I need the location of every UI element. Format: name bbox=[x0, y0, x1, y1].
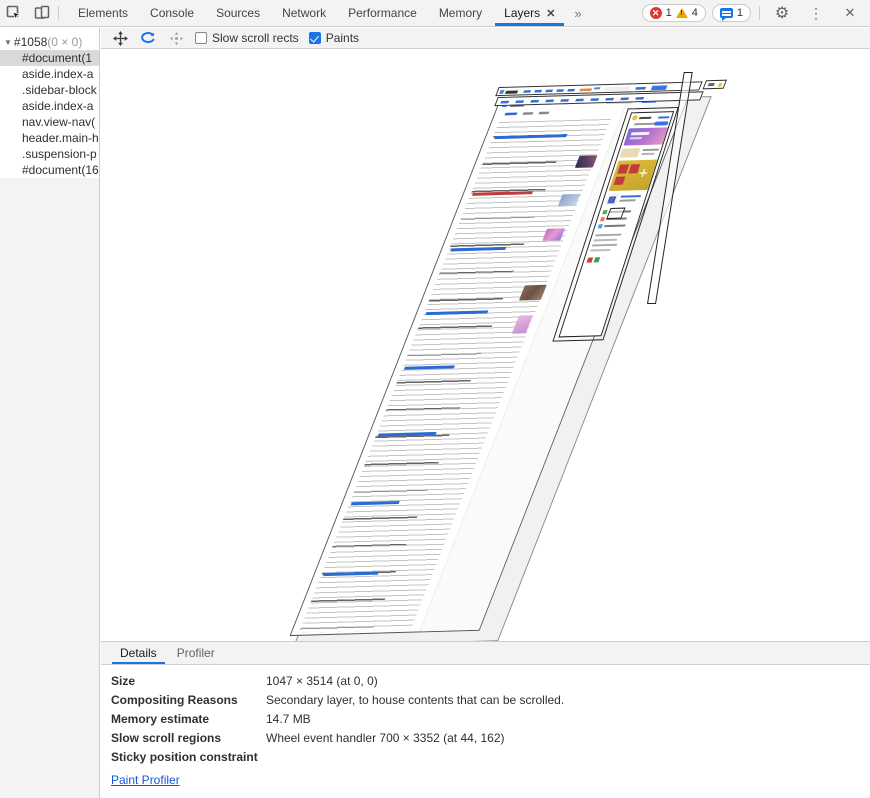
issues-badge[interactable]: 1 bbox=[711, 4, 751, 22]
text-line bbox=[641, 152, 655, 156]
login-avatar-dot bbox=[631, 115, 639, 121]
login-text-line bbox=[638, 116, 652, 120]
topbar-right-controls: ✕ 1 4 1 ⚙ ⋮ ✕ bbox=[641, 0, 870, 26]
expand-arrow-icon[interactable]: ▼ bbox=[4, 38, 12, 47]
tree-item-nav-view-nav[interactable]: nav.view-nav( bbox=[0, 114, 99, 130]
tab-layers[interactable]: Layers ✕ bbox=[493, 0, 566, 26]
error-count: 1 bbox=[665, 7, 672, 19]
tab-sources[interactable]: Sources bbox=[205, 0, 271, 26]
checkbox-checked bbox=[308, 32, 321, 44]
text-line bbox=[603, 224, 626, 228]
tree-root-1058[interactable]: ▼ #1058(0 × 0) bbox=[0, 34, 99, 50]
tree-item-suspension[interactable]: .suspension-p bbox=[0, 146, 99, 162]
tree-item-aside-index-2[interactable]: aside.index-a bbox=[0, 98, 99, 114]
tree-item-aside-index[interactable]: aside.index-a bbox=[0, 66, 99, 82]
text-line bbox=[591, 243, 618, 247]
table-row: Memory estimate 14.7 MB bbox=[111, 712, 311, 726]
paints-checkbox[interactable]: Paints bbox=[308, 31, 359, 45]
tab-memory[interactable]: Memory bbox=[428, 0, 493, 26]
text-line bbox=[590, 248, 611, 252]
error-icon: ✕ bbox=[649, 7, 662, 19]
tree-item-document[interactable]: #document(1 bbox=[0, 50, 99, 66]
reset-view-icon[interactable] bbox=[167, 30, 185, 46]
divider bbox=[58, 6, 59, 20]
divider bbox=[759, 6, 760, 20]
inspect-element-icon[interactable] bbox=[0, 0, 28, 26]
errors-warnings-badge[interactable]: ✕ 1 4 bbox=[641, 4, 706, 22]
close-devtools-icon[interactable]: ✕ bbox=[836, 5, 864, 21]
issues-icon bbox=[719, 8, 733, 21]
sidebar-button bbox=[653, 120, 670, 126]
slow-scroll-rects-checkbox[interactable]: Slow scroll rects bbox=[195, 31, 299, 45]
tree-item-header-main[interactable]: header.main-h bbox=[0, 130, 99, 146]
text-line bbox=[593, 238, 618, 242]
details-pane: Details Profiler Size 1047 × 3514 (at 0,… bbox=[101, 641, 870, 798]
settings-gear-icon[interactable]: ⚙ bbox=[768, 3, 796, 23]
devtools-tab-bar: Elements Console Sources Network Perform… bbox=[0, 0, 870, 27]
table-row: Sticky position constraint bbox=[111, 750, 258, 764]
beige-card bbox=[619, 148, 641, 158]
device-toolbar-icon[interactable] bbox=[28, 0, 56, 26]
layers-3d-canvas[interactable] bbox=[101, 50, 870, 641]
table-row: Compositing Reasons Secondary layer, to … bbox=[111, 693, 565, 707]
warning-count: 4 bbox=[691, 7, 698, 19]
pan-mode-icon[interactable] bbox=[111, 30, 129, 46]
table-row: Slow scroll regions Wheel event handler … bbox=[111, 731, 505, 745]
page-tabs-texture bbox=[504, 111, 566, 116]
avatar-dot bbox=[716, 82, 724, 87]
layers-toolbar: Slow scroll rects Paints bbox=[101, 28, 870, 49]
tab-profiler[interactable]: Profiler bbox=[167, 642, 225, 664]
checkbox-unchecked bbox=[195, 32, 207, 44]
devtools-tabs: Elements Console Sources Network Perform… bbox=[67, 0, 566, 26]
login-link-line bbox=[657, 115, 670, 119]
table-row: Size 1047 × 3514 (at 0, 0) bbox=[111, 674, 378, 688]
layer-tree-pane: ▼ #1058(0 × 0) #document(1 aside.index-a … bbox=[0, 28, 100, 798]
header-extension-layer[interactable] bbox=[702, 79, 728, 89]
tree-item-document-2[interactable]: #document(16 bbox=[0, 162, 99, 178]
details-table: Size 1047 × 3514 (at 0, 0) Compositing R… bbox=[101, 665, 870, 767]
warning-icon bbox=[675, 8, 688, 18]
green-app-icon bbox=[593, 257, 601, 263]
text-line bbox=[642, 148, 660, 152]
mini-glyph bbox=[707, 82, 715, 87]
tab-elements[interactable]: Elements bbox=[67, 0, 139, 26]
tree-item-sidebar-block[interactable]: .sidebar-block bbox=[0, 82, 99, 98]
rotate-mode-icon[interactable] bbox=[139, 30, 157, 46]
tab-performance[interactable]: Performance bbox=[337, 0, 428, 26]
text-line bbox=[619, 199, 636, 202]
paint-profiler-link[interactable]: Paint Profiler bbox=[111, 773, 180, 787]
kebab-menu-icon[interactable]: ⋮ bbox=[802, 5, 830, 22]
text-line bbox=[595, 233, 622, 237]
details-tab-strip: Details Profiler bbox=[101, 642, 870, 665]
more-tabs-icon[interactable]: » bbox=[566, 0, 589, 26]
tab-network[interactable]: Network bbox=[271, 0, 337, 26]
issues-count: 1 bbox=[736, 7, 743, 19]
tab-details[interactable]: Details bbox=[110, 642, 167, 664]
layer-tree: ▼ #1058(0 × 0) #document(1 aside.index-a … bbox=[0, 28, 99, 178]
qr-code bbox=[605, 194, 619, 206]
banner-text bbox=[629, 137, 643, 140]
red-app-icon bbox=[586, 257, 594, 263]
list-icon-green bbox=[602, 210, 608, 215]
text-line bbox=[620, 195, 642, 198]
tab-console[interactable]: Console bbox=[139, 0, 205, 26]
banner-text bbox=[630, 131, 650, 135]
list-icon-blue bbox=[597, 224, 603, 229]
close-layers-tab-icon[interactable]: ✕ bbox=[546, 7, 555, 20]
list-icon-orange bbox=[599, 217, 606, 222]
